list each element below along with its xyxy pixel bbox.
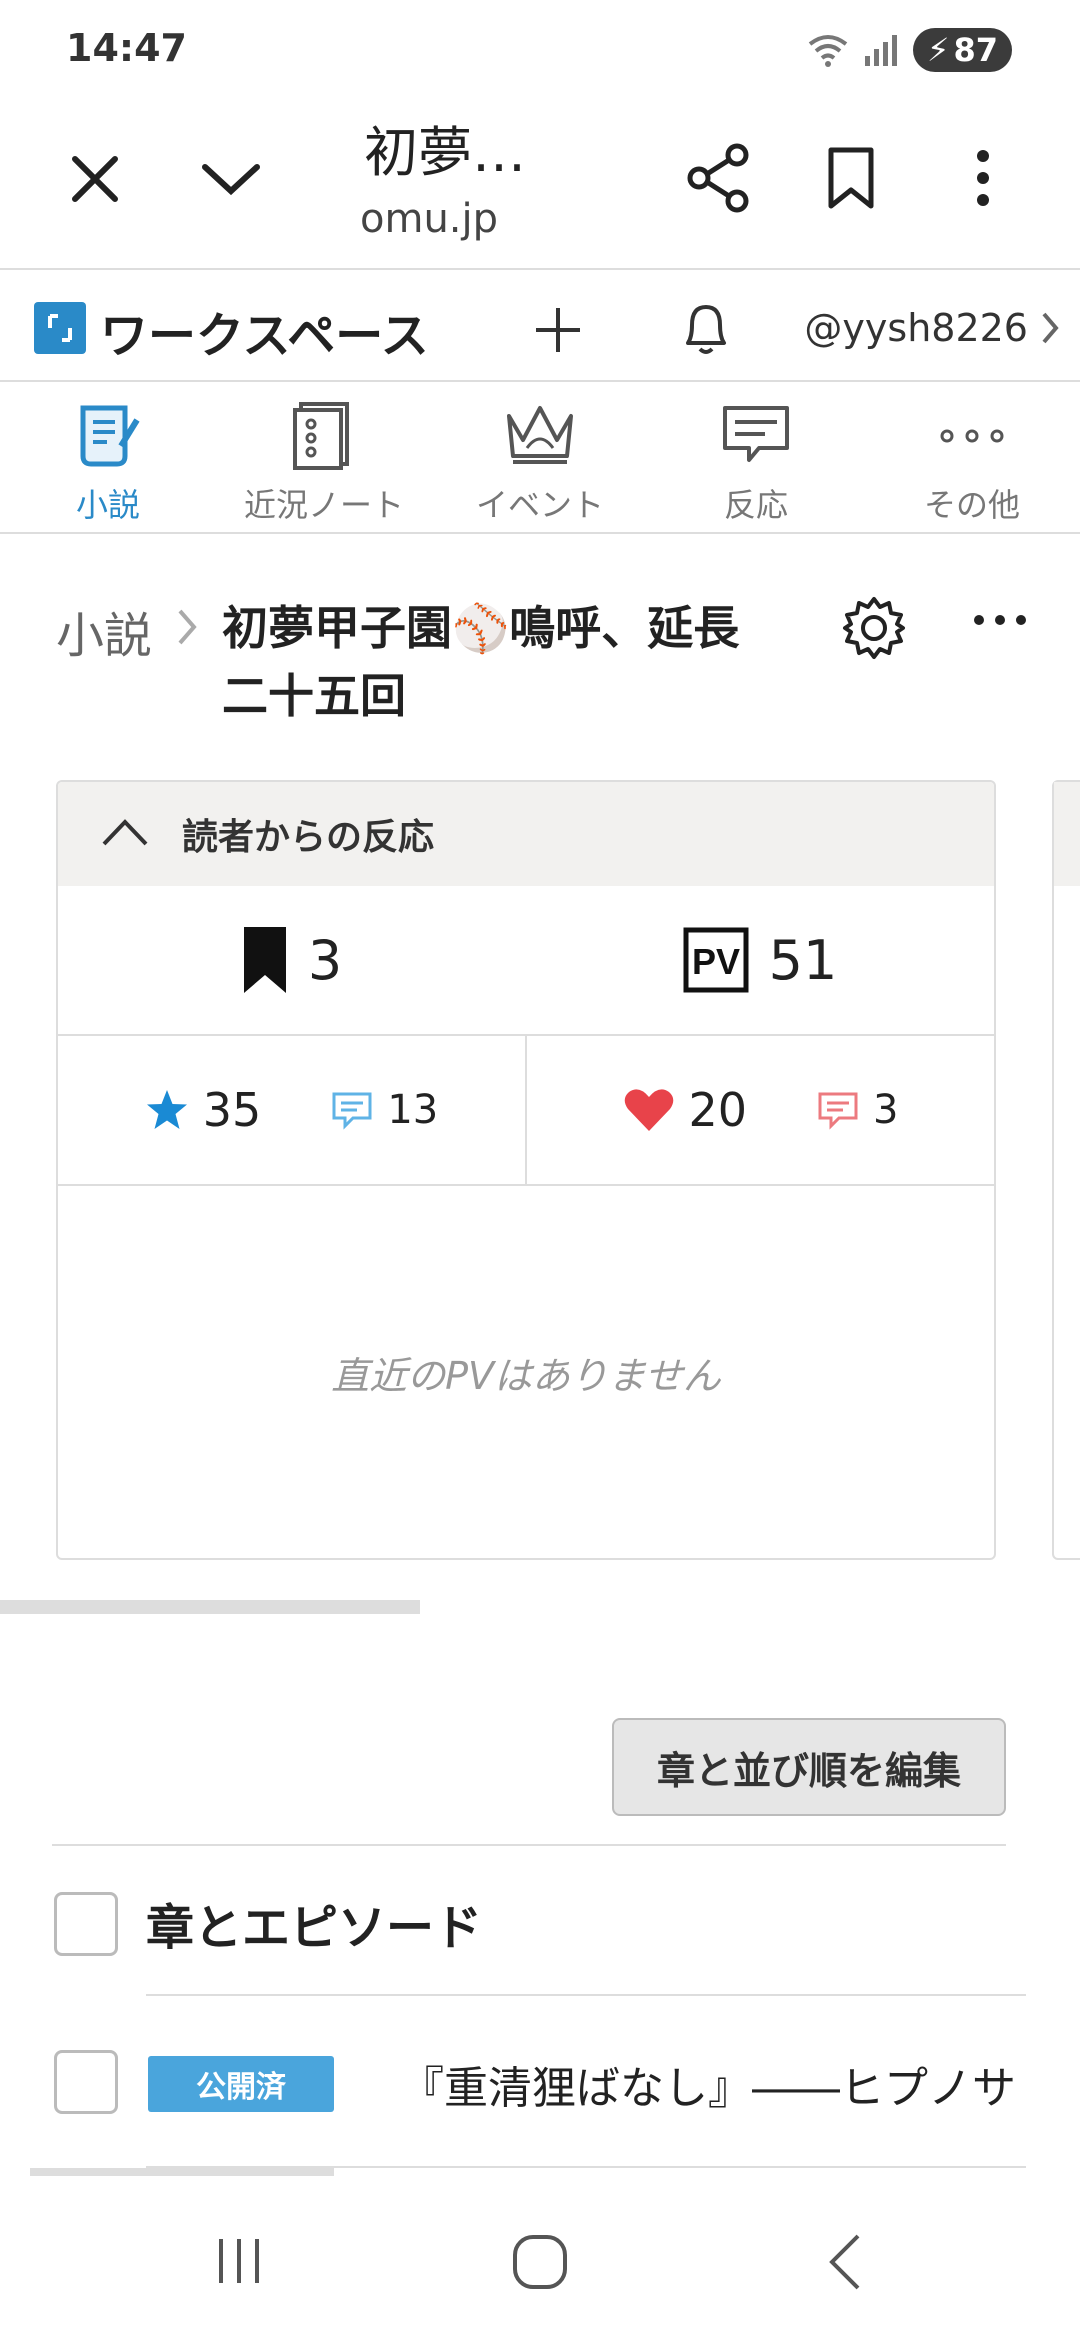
breadcrumb-chevron-icon <box>172 602 202 652</box>
system-nav-bar <box>0 2190 1080 2340</box>
heart-value: 20 <box>688 1083 748 1137</box>
star-stats: 35 13 <box>58 1036 525 1184</box>
stats-row-bottom: 35 13 20 3 <box>58 1036 994 1186</box>
charging-icon: ⚡ <box>927 31 950 69</box>
heart-count: 20 <box>623 1083 748 1137</box>
tab-events[interactable]: イベント <box>432 382 648 532</box>
pv-value: 51 <box>768 928 838 992</box>
bookmark-count: 3 <box>58 886 526 1034</box>
stats-row-top: 3 PV 51 <box>58 886 994 1036</box>
speech-bubble-icon <box>723 406 789 462</box>
bookmark-icon[interactable] <box>816 140 886 216</box>
username: @yysh8226 <box>804 306 1028 350</box>
empty-pv-message: 直近のPVはありません <box>331 1353 721 1398</box>
tab-novel[interactable]: 小説 <box>0 382 216 532</box>
comment-icon <box>818 1092 858 1130</box>
tab-more[interactable]: その他 <box>864 382 1080 532</box>
reader-reactions-panel: 読者からの反応 3 PV 51 35 13 20 3 直近のPVはありません <box>56 780 996 1560</box>
kakuyomu-logo-icon[interactable] <box>34 302 86 354</box>
browser-toolbar: 初夢… omu.jp <box>0 100 1080 270</box>
recent-apps-icon[interactable] <box>206 2228 272 2294</box>
home-icon[interactable] <box>504 2226 576 2298</box>
tab-notes[interactable]: 近況ノート <box>216 382 432 532</box>
chevron-up-icon <box>102 819 148 846</box>
svg-text:PV: PV <box>692 941 740 982</box>
page-title: 初夢… <box>364 121 526 184</box>
star-comment-count: 13 <box>331 1087 438 1133</box>
wifi-icon <box>808 35 848 67</box>
panel-header[interactable]: 読者からの反応 <box>58 782 994 886</box>
divider <box>52 1844 1006 1846</box>
edit-chapters-button[interactable]: 章と並び順を編集 <box>612 1718 1006 1816</box>
list-scroll-indicator <box>30 2168 334 2176</box>
pv-count: PV 51 <box>526 886 994 1034</box>
tab-label: 反応 <box>723 486 788 524</box>
page-url[interactable]: omu.jp <box>360 196 498 242</box>
episode-title[interactable]: 『重清狸ばなし』――ヒプノサ <box>400 2052 1028 2116</box>
novel-title: 初夢甲子園⚾鳴呼、延長二十五回 <box>222 601 740 723</box>
battery-indicator: ⚡ 87 <box>913 28 1012 72</box>
share-icon[interactable] <box>680 140 756 216</box>
bell-icon[interactable] <box>676 298 736 358</box>
crown-icon <box>507 406 573 464</box>
heart-icon <box>624 1089 673 1131</box>
workspace-nav: 小説 近況ノート イベント 反応 その他 <box>0 382 1080 534</box>
horizontal-scroll-indicator[interactable] <box>0 1600 420 1614</box>
status-badge: 公開済 <box>148 2056 334 2112</box>
scroll-pen-icon <box>80 405 140 467</box>
back-icon[interactable] <box>814 2226 874 2298</box>
tab-label: その他 <box>923 486 1020 524</box>
more-vert-icon[interactable] <box>958 140 1008 216</box>
heart-comment-value: 3 <box>873 1087 899 1133</box>
breadcrumb-novel-link[interactable]: 小説 <box>56 596 152 666</box>
battery-level: 87 <box>953 31 998 69</box>
next-panel-peek[interactable] <box>1052 780 1080 1560</box>
star-comment-value: 13 <box>387 1087 439 1133</box>
gear-icon[interactable] <box>836 590 912 666</box>
status-time: 14:47 <box>66 26 187 70</box>
workspace-header: ワークスペース @yysh8226 <box>0 272 1080 382</box>
tab-label: 小説 <box>75 486 140 524</box>
episodes-header: 章とエピソード <box>146 1900 483 1956</box>
tab-label: イベント <box>475 486 604 524</box>
episode-checkbox[interactable] <box>54 2050 118 2114</box>
tab-label: 近況ノート <box>243 486 404 524</box>
heart-stats: 20 3 <box>525 1036 994 1184</box>
divider <box>146 1994 1026 1996</box>
star-count: 35 <box>145 1083 262 1137</box>
status-bar: 14:47 ⚡ 87 <box>0 0 1080 100</box>
notebook-icon <box>293 402 349 470</box>
bookmark-value: 3 <box>307 928 343 992</box>
more-dots-icon <box>940 429 1004 443</box>
star-icon <box>146 1090 187 1129</box>
close-icon[interactable] <box>60 144 130 214</box>
signal-icon <box>865 35 897 66</box>
heart-comment-count: 3 <box>817 1087 899 1133</box>
chevron-down-icon[interactable] <box>196 144 266 214</box>
plus-icon[interactable] <box>528 300 588 360</box>
bookmark-filled-icon <box>243 927 286 993</box>
select-all-checkbox[interactable] <box>54 1892 118 1956</box>
star-value: 35 <box>202 1083 262 1137</box>
workspace-title[interactable]: ワークスペース <box>100 296 429 366</box>
status-icons: ⚡ 87 <box>807 28 1012 72</box>
panel-title: 読者からの反応 <box>182 817 435 858</box>
more-horiz-icon[interactable] <box>968 600 1032 640</box>
chevron-right-icon[interactable] <box>1032 306 1068 350</box>
pv-icon: PV <box>683 927 749 993</box>
comment-icon <box>332 1092 372 1130</box>
tab-reactions[interactable]: 反応 <box>648 382 864 532</box>
user-account-link[interactable]: @yysh8226 <box>804 306 1028 350</box>
